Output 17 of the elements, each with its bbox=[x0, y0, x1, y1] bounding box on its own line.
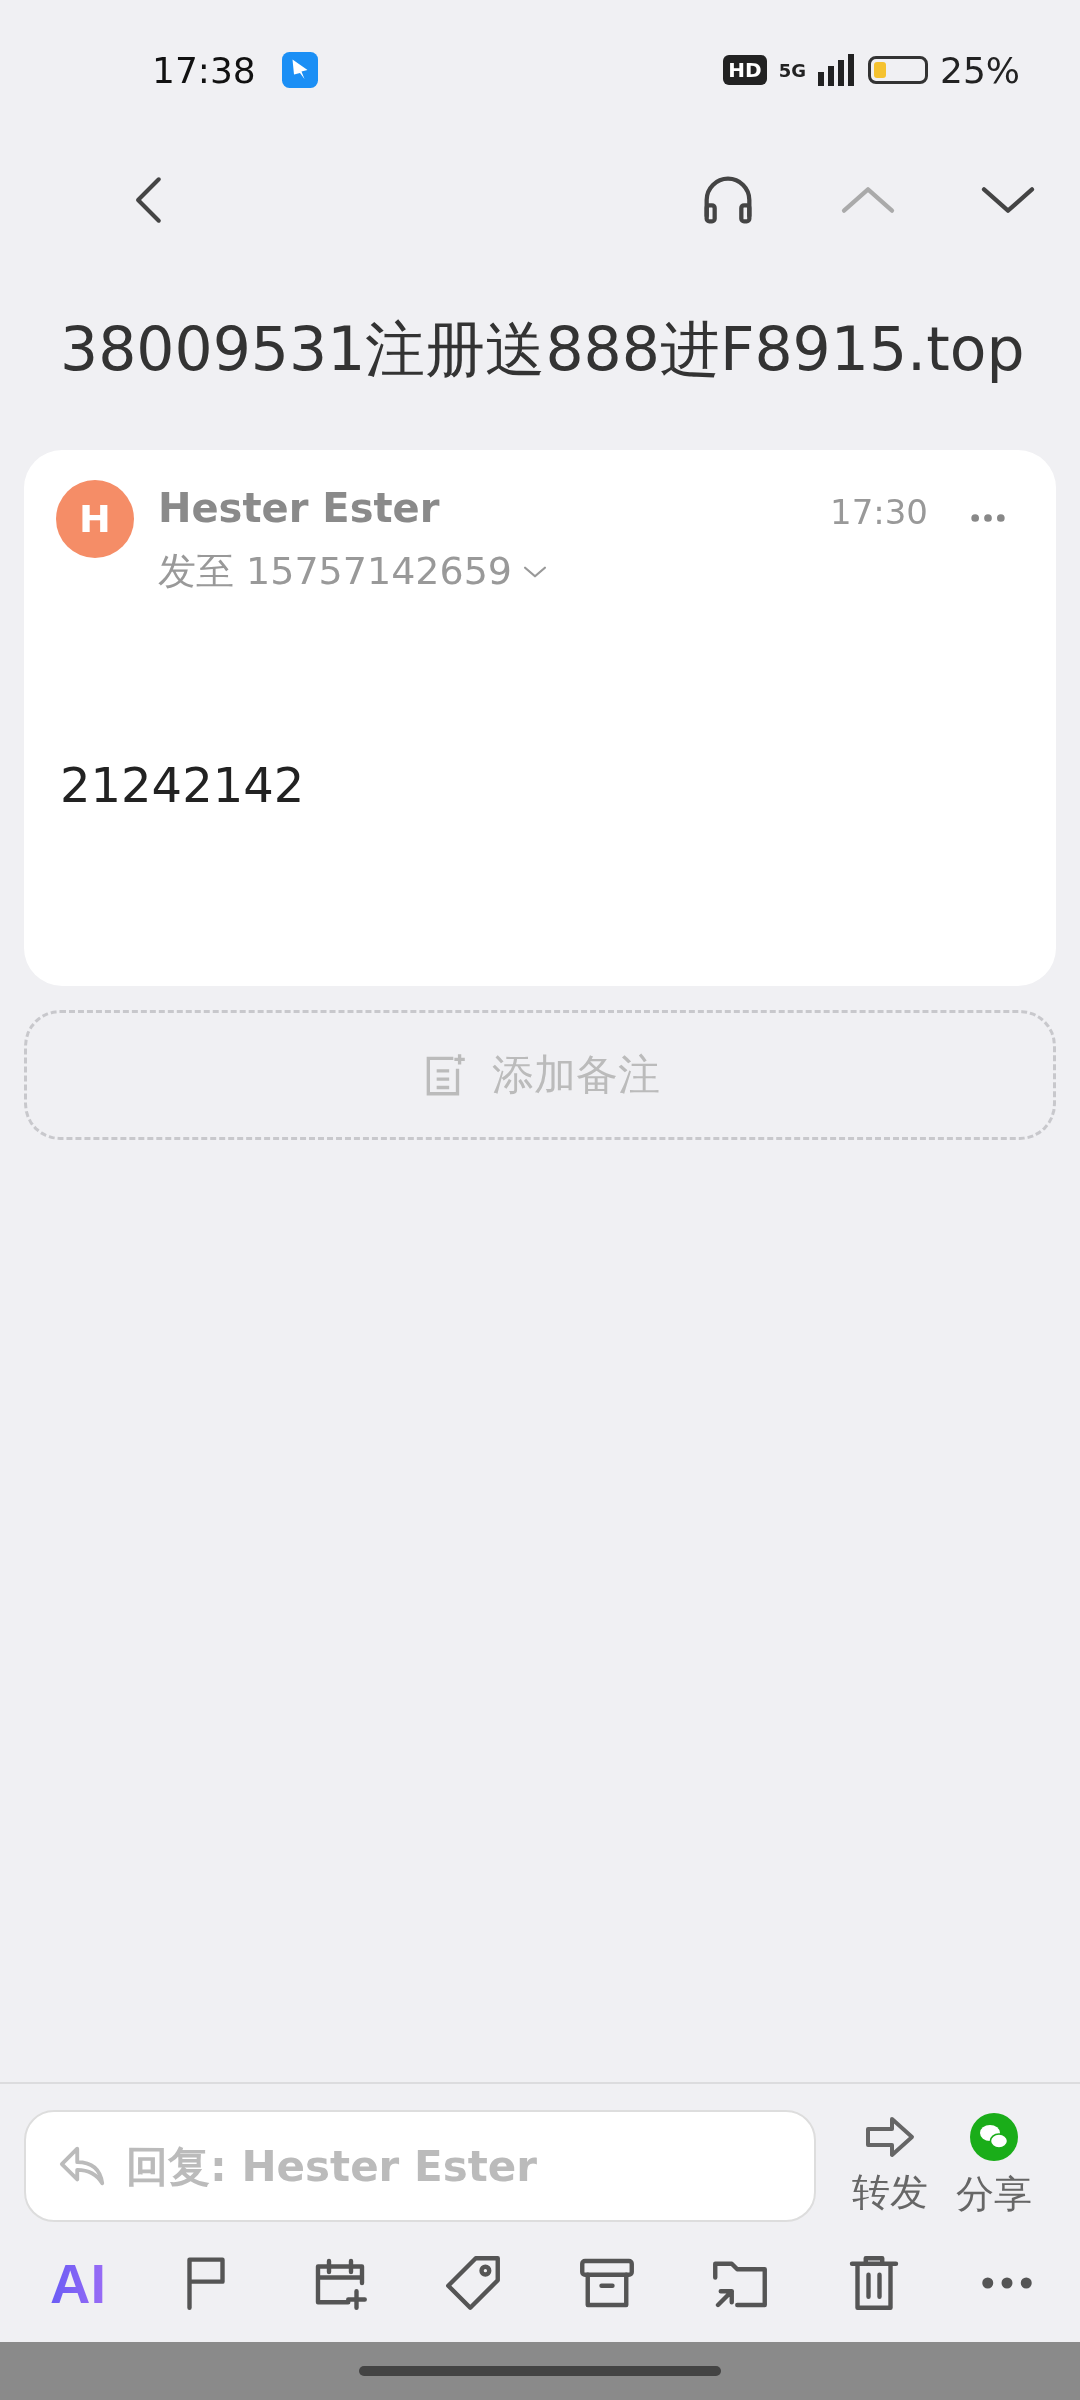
network-label: 5G bbox=[778, 59, 806, 81]
chat-bubbles-icon bbox=[970, 2112, 1018, 2161]
forward-button[interactable]: 转发 bbox=[852, 2114, 928, 2218]
message-time: 17:30 bbox=[830, 492, 928, 532]
battery-icon bbox=[868, 56, 928, 84]
message-body: 21242142 bbox=[60, 757, 306, 813]
share-button[interactable]: 分享 bbox=[956, 2112, 1032, 2220]
forward-arrow-icon bbox=[864, 2114, 916, 2159]
email-subject: 38009531注册送888进F8915.top bbox=[59, 313, 1026, 386]
battery-percent: 25% bbox=[940, 49, 1020, 91]
signal-icon bbox=[818, 54, 856, 86]
recipient-label: 发至 15757142659 bbox=[158, 548, 513, 595]
hd-badge: HD bbox=[723, 55, 767, 85]
status-time: 17:38 bbox=[152, 49, 256, 91]
sender-avatar: H bbox=[56, 480, 134, 558]
reply-field[interactable]: 回复: Hester Ester bbox=[24, 2110, 816, 2222]
sender-name: Hester Ester bbox=[158, 484, 441, 533]
